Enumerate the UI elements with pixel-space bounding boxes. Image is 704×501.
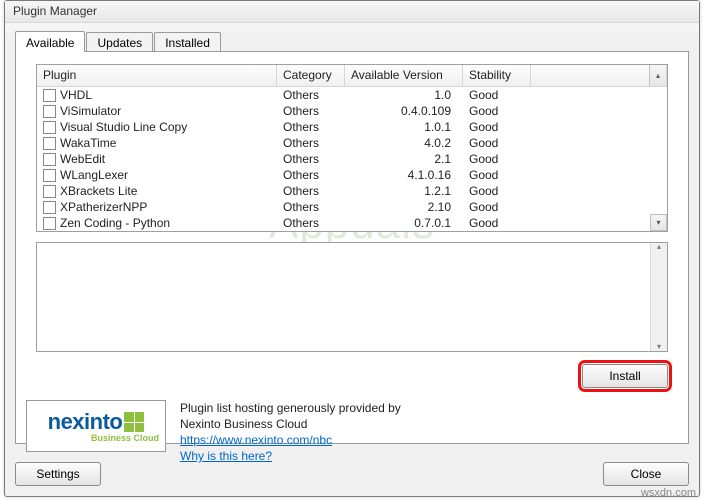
plugin-version: 1.0.1 — [345, 120, 463, 134]
row-checkbox[interactable] — [43, 105, 56, 118]
col-version[interactable]: Available Version — [345, 65, 463, 86]
install-button[interactable]: Install — [582, 364, 668, 388]
col-category[interactable]: Category — [277, 65, 345, 86]
plugin-name: WakaTime — [60, 136, 116, 150]
plugin-category: Others — [277, 200, 345, 214]
row-checkbox[interactable] — [43, 185, 56, 198]
plugin-name: XBrackets Lite — [60, 184, 137, 198]
table-body: VHDLOthers1.0GoodViSimulatorOthers0.4.0.… — [37, 87, 667, 231]
plugin-category: Others — [277, 120, 345, 134]
table-row[interactable]: VHDL Others1.0Good — [37, 87, 667, 103]
plugin-version: 2.1 — [345, 152, 463, 166]
plugin-category: Others — [277, 104, 345, 118]
sponsor-area: nexinto Business Cloud Plugin list hosti… — [26, 400, 401, 464]
plugin-category: Others — [277, 136, 345, 150]
plugin-stability: Good — [463, 152, 531, 166]
col-stability[interactable]: Stability — [463, 65, 531, 86]
plugin-version: 1.2.1 — [345, 184, 463, 198]
tab-installed[interactable]: Installed — [154, 32, 221, 52]
table-row[interactable]: WLangLexer Others4.1.0.16Good — [37, 167, 667, 183]
description-box: ▴ ▾ — [36, 242, 668, 352]
plugin-stability: Good — [463, 88, 531, 102]
row-checkbox[interactable] — [43, 217, 56, 230]
plugin-version: 4.0.2 — [345, 136, 463, 150]
row-checkbox[interactable] — [43, 201, 56, 214]
table-row[interactable]: WebEdit Others2.1Good — [37, 151, 667, 167]
plugin-stability: Good — [463, 120, 531, 134]
table-row[interactable]: ViSimulator Others0.4.0.109Good — [37, 103, 667, 119]
tab-updates[interactable]: Updates — [86, 32, 153, 52]
tab-strip: Available Updates Installed — [15, 29, 689, 51]
plugin-stability: Good — [463, 216, 531, 230]
table-row[interactable]: Zen Coding - Python Others0.7.0.1Good — [37, 215, 667, 231]
content-area: Available Updates Installed Appuals Plug… — [15, 29, 689, 486]
logo-squares-icon — [124, 412, 144, 432]
row-checkbox[interactable] — [43, 121, 56, 134]
row-checkbox[interactable] — [43, 137, 56, 150]
scroll-up-button[interactable]: ▴ — [649, 65, 666, 86]
source-url: wsxdn.com — [641, 487, 696, 499]
nexinto-logo: nexinto Business Cloud — [26, 400, 166, 452]
plugin-stability: Good — [463, 168, 531, 182]
close-button[interactable]: Close — [603, 462, 689, 486]
chevron-down-icon: ▾ — [656, 219, 660, 227]
chevron-up-icon: ▴ — [657, 243, 661, 251]
bottom-bar: Settings Close — [15, 462, 689, 486]
plugin-name: ViSimulator — [60, 104, 121, 118]
plugin-name: WLangLexer — [60, 168, 128, 182]
scroll-down-button[interactable]: ▾ — [650, 214, 667, 231]
plugin-version: 0.4.0.109 — [345, 104, 463, 118]
col-spacer: ▴ — [531, 65, 667, 86]
row-checkbox[interactable] — [43, 89, 56, 102]
row-checkbox[interactable] — [43, 153, 56, 166]
plugin-category: Others — [277, 168, 345, 182]
plugin-stability: Good — [463, 200, 531, 214]
plugin-name: VHDL — [60, 88, 92, 102]
titlebar: Plugin Manager — [5, 1, 699, 23]
plugin-name: Zen Coding - Python — [60, 216, 170, 230]
table-header: Plugin Category Available Version Stabil… — [37, 65, 667, 87]
plugin-version: 1.0 — [345, 88, 463, 102]
plugin-category: Others — [277, 152, 345, 166]
settings-button[interactable]: Settings — [15, 462, 101, 486]
plugin-stability: Good — [463, 184, 531, 198]
chevron-up-icon: ▴ — [656, 72, 660, 80]
plugin-manager-window: Plugin Manager Available Updates Install… — [4, 0, 700, 497]
col-plugin[interactable]: Plugin — [37, 65, 277, 86]
plugin-version: 0.7.0.1 — [345, 216, 463, 230]
plugin-version: 4.1.0.16 — [345, 168, 463, 182]
plugin-stability: Good — [463, 136, 531, 150]
plugin-name: XPatherizerNPP — [60, 200, 147, 214]
why-link[interactable]: Why is this here? — [180, 449, 272, 463]
window-title: Plugin Manager — [13, 4, 97, 18]
plugin-name: WebEdit — [60, 152, 105, 166]
plugin-stability: Good — [463, 104, 531, 118]
sponsor-text: Plugin list hosting generously provided … — [180, 400, 401, 464]
plugin-category: Others — [277, 88, 345, 102]
tab-available[interactable]: Available — [15, 31, 85, 52]
plugin-table: Plugin Category Available Version Stabil… — [36, 64, 668, 232]
plugin-category: Others — [277, 184, 345, 198]
table-row[interactable]: WakaTime Others4.0.2Good — [37, 135, 667, 151]
row-checkbox[interactable] — [43, 169, 56, 182]
description-scrollbar[interactable]: ▴ ▾ — [650, 243, 667, 351]
table-row[interactable]: XBrackets Lite Others1.2.1Good — [37, 183, 667, 199]
plugin-version: 2.10 — [345, 200, 463, 214]
chevron-down-icon: ▾ — [657, 343, 661, 351]
plugin-category: Others — [277, 216, 345, 230]
tab-page-available: Appuals Plugin Category Available Versio… — [15, 51, 689, 444]
plugin-name: Visual Studio Line Copy — [60, 120, 187, 134]
table-row[interactable]: Visual Studio Line Copy Others1.0.1Good — [37, 119, 667, 135]
table-row[interactable]: XPatherizerNPP Others2.10Good — [37, 199, 667, 215]
sponsor-link[interactable]: https://www.nexinto.com/nbc — [180, 433, 332, 447]
